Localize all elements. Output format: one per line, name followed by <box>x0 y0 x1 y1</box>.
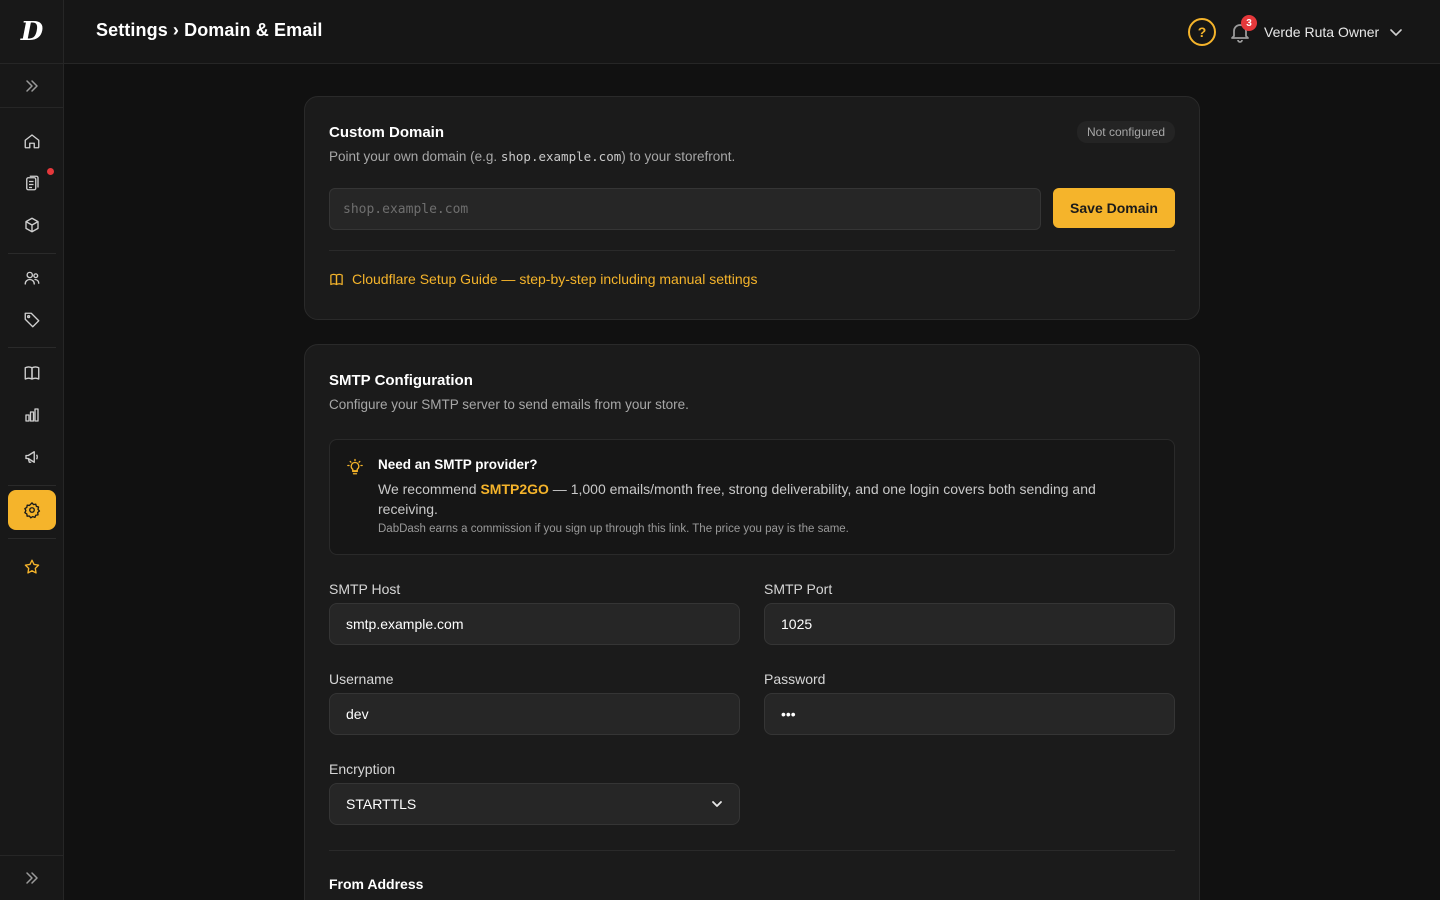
status-badge: Not configured <box>1076 121 1175 143</box>
chevron-down-icon <box>1389 25 1403 39</box>
sidebar-expand-bottom-button[interactable] <box>0 855 64 900</box>
orders-icon <box>23 174 41 192</box>
notification-badge: 3 <box>1241 15 1257 31</box>
save-domain-button[interactable]: Save Domain <box>1053 188 1175 228</box>
smtp-config-card: SMTP Configuration Configure your SMTP s… <box>304 344 1200 900</box>
sidebar-divider <box>8 253 56 254</box>
chevron-down-icon <box>711 798 723 810</box>
card-title: Custom Domain <box>329 124 445 141</box>
customers-icon <box>23 269 41 287</box>
card-subtitle: Point your own domain (e.g. shop.example… <box>329 149 735 164</box>
encryption-label: Encryption <box>329 761 396 777</box>
subtitle-text: ) to your storefront. <box>621 149 736 164</box>
sidebar: D <box>0 0 64 900</box>
user-menu[interactable]: Verde Ruta Owner <box>1264 20 1403 44</box>
chevrons-right-icon <box>24 870 40 886</box>
tag-icon <box>23 311 41 329</box>
smtp-host-label: SMTP Host <box>329 581 401 597</box>
password-input[interactable] <box>764 693 1175 735</box>
callout-title: Need an SMTP provider? <box>378 457 538 472</box>
analytics-chart-icon <box>23 406 41 424</box>
sidebar-divider <box>8 538 56 539</box>
card-subtitle: Configure your SMTP server to send email… <box>329 397 689 412</box>
top-bar: Settings › Domain & Email ? 3 Verde Ruta… <box>64 0 1440 64</box>
smtp-provider-callout: Need an SMTP provider? We recommend SMTP… <box>329 439 1175 555</box>
smtp2go-link[interactable]: SMTP2GO <box>480 481 548 497</box>
callout-body: We recommend SMTP2GO — 1,000 emails/mont… <box>378 479 1158 519</box>
sidebar-expand-button[interactable] <box>0 64 64 108</box>
book-icon <box>329 272 344 287</box>
subtitle-text: Point your own domain (e.g. <box>329 149 501 164</box>
sidebar-divider <box>8 485 56 486</box>
products-box-icon <box>23 216 41 234</box>
star-icon <box>23 558 41 576</box>
custom-domain-card: Custom Domain Point your own domain (e.g… <box>304 96 1200 320</box>
sidebar-item-favorites[interactable] <box>8 547 56 587</box>
sidebar-item-analytics[interactable] <box>8 395 56 435</box>
page-title: Settings › Domain & Email <box>96 20 323 40</box>
sidebar-item-guides[interactable] <box>8 353 56 393</box>
smtp-port-label: SMTP Port <box>764 581 833 597</box>
encryption-select[interactable]: STARTTLS <box>329 783 740 825</box>
chevrons-right-icon <box>24 78 40 94</box>
book-icon <box>23 364 41 382</box>
subtitle-example: shop.example.com <box>500 149 622 164</box>
sidebar-item-orders[interactable] <box>8 163 56 203</box>
username-label: Username <box>329 671 394 687</box>
callout-note: DabDash earns a commission if you sign u… <box>378 523 849 535</box>
smtp-host-input[interactable] <box>329 603 740 645</box>
lightbulb-icon <box>346 458 364 480</box>
megaphone-icon <box>23 448 41 466</box>
guide-link-label: Cloudflare Setup Guide — step-by-step in… <box>352 271 758 287</box>
from-address-title: From Address <box>329 876 424 892</box>
domain-input[interactable] <box>329 188 1041 230</box>
notification-dot <box>47 168 54 175</box>
sidebar-item-customers[interactable] <box>8 258 56 298</box>
home-icon <box>23 132 41 150</box>
help-button[interactable]: ? <box>1188 18 1216 46</box>
sidebar-item-products[interactable] <box>8 205 56 245</box>
sidebar-item-discounts[interactable] <box>8 300 56 340</box>
sidebar-item-marketing[interactable] <box>8 437 56 477</box>
sidebar-item-settings[interactable] <box>8 490 56 530</box>
divider <box>329 850 1175 851</box>
encryption-value: STARTTLS <box>346 796 417 812</box>
app-logo[interactable]: D <box>0 0 64 64</box>
sidebar-item-home[interactable] <box>8 121 56 161</box>
password-label: Password <box>764 671 826 687</box>
question-mark-icon: ? <box>1197 24 1207 40</box>
username-input[interactable] <box>329 693 740 735</box>
callout-text: We recommend <box>378 481 481 497</box>
card-title: SMTP Configuration <box>329 372 473 389</box>
smtp-port-input[interactable] <box>764 603 1175 645</box>
logo-letter: D <box>20 16 44 47</box>
divider <box>329 250 1175 251</box>
user-name: Verde Ruta Owner <box>1264 24 1380 40</box>
sidebar-divider <box>8 347 56 348</box>
gear-icon <box>23 501 41 519</box>
cloudflare-guide-link[interactable]: Cloudflare Setup Guide — step-by-step in… <box>329 271 757 287</box>
